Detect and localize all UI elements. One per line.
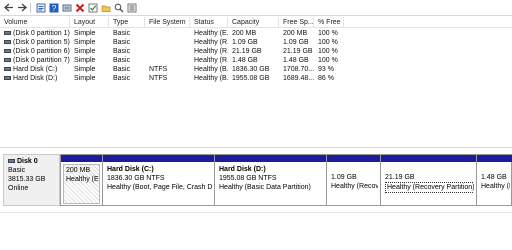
properties-icon[interactable] [35,2,46,13]
volume-icon [4,75,11,80]
column-header-file-system[interactable]: File System [145,17,190,28]
partition-recovery-3[interactable]: 1.48 GB Healthy (Recover [476,155,512,206]
partition-status: Healthy (Basic Data Partition) [219,184,311,191]
partition-map: 200 MB Healthy (EFI Hard Disk (C:) 1836.… [60,154,512,206]
disk-name: Disk 0 [17,158,38,165]
volume-row[interactable]: (Disk 0 partition 1) Simple Basic Health… [0,29,512,38]
partition-efi[interactable]: 200 MB Healthy (EFI [60,155,102,206]
disk-0-label[interactable]: Disk 0 Basic 3815.33 GB Online [3,154,60,206]
svg-text:?: ? [51,4,56,13]
column-header-layout[interactable]: Layout [70,17,109,28]
partition-size: 1836.30 GB NTFS [107,175,165,182]
delete-icon[interactable] [74,2,85,13]
volume-icon [4,57,11,62]
partition-hard-disk-c[interactable]: Hard Disk (C:) 1836.30 GB NTFS Healthy (… [102,155,214,206]
partition-size: 1.48 GB [481,174,507,181]
back-arrow-icon[interactable] [3,2,14,13]
volume-icon [4,30,11,35]
column-header-free-space[interactable]: Free Sp... [279,17,314,28]
search-icon[interactable] [113,2,124,13]
disk-size: 3815.33 GB [8,176,46,183]
column-header-status[interactable]: Status [190,17,228,28]
column-header-type[interactable]: Type [109,17,145,28]
check-icon[interactable] [87,2,98,13]
list-view-icon[interactable] [126,2,137,13]
volume-row[interactable]: (Disk 0 partition 6) Simple Basic Health… [0,47,512,56]
help-icon[interactable]: ? [48,2,59,13]
partition-status: Healthy (EFI [66,176,99,183]
volume-list-header: Volume Layout Type File System Status Ca… [0,17,512,28]
connect-icon[interactable] [61,2,72,13]
partition-recovery-1[interactable]: 1.09 GB Healthy (Recover [326,155,380,206]
partition-bar [381,155,476,162]
disk-state: Online [8,185,29,192]
partition-title: Hard Disk (D:) [219,166,266,173]
volume-row[interactable]: (Disk 0 partition 7) Simple Basic Health… [0,56,512,65]
partition-title: Hard Disk (C:) [107,166,154,173]
open-icon[interactable] [100,2,111,13]
volume-row[interactable]: Hard Disk (C:) Simple Basic NTFS Healthy… [0,65,512,74]
partition-status: Healthy (Recover [481,183,510,190]
column-header-volume[interactable]: Volume [0,17,70,28]
volume-icon [4,48,11,53]
partition-bar [103,155,214,162]
partition-bar [215,155,326,162]
partition-size: 1955.08 GB NTFS [219,175,277,182]
partition-recovery-2[interactable]: 21.19 GB Healthy (Recovery Partition) [380,155,476,206]
column-header-capacity[interactable]: Capacity [228,17,279,28]
disk-type: Basic [8,167,26,174]
partition-status: Healthy (Recover [331,183,378,190]
disk-icon [8,159,15,164]
column-header-percent-free[interactable]: % Free [314,17,344,28]
volume-icon [4,66,11,71]
partition-size: 1.09 GB [331,174,357,181]
partition-status: Healthy (Boot, Page File, Crash Dump, [107,184,212,191]
partition-status: Healthy (Recovery Partition) [385,182,474,193]
partition-bar [477,155,512,162]
partition-bar [327,155,380,162]
disk-graphical-view: Disk 0 Basic 3815.33 GB Online 200 MB He… [0,151,512,250]
partition-size: 200 MB [66,167,91,174]
partition-hard-disk-d[interactable]: Hard Disk (D:) 1955.08 GB NTFS Healthy (… [214,155,326,206]
partition-size: 21.19 GB [385,174,415,181]
volume-row[interactable]: Hard Disk (D:) Simple Basic NTFS Healthy… [0,74,512,83]
partition-bar [61,155,102,162]
volume-icon [4,39,11,44]
divider [0,212,512,213]
toolbar: ? [0,0,512,16]
forward-arrow-icon[interactable] [16,2,27,13]
volume-row[interactable]: (Disk 0 partition 5) Simple Basic Health… [0,38,512,47]
